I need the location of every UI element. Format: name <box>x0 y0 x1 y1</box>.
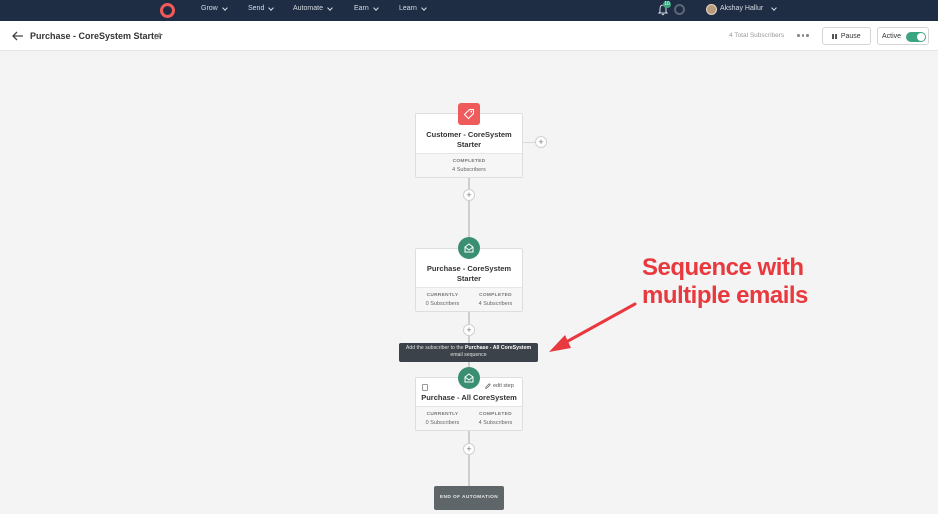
active-control: Active <box>877 27 929 45</box>
nav-learn[interactable]: Learn <box>399 4 427 12</box>
card-stats: CURRENTLY 0 Subscribers COMPLETED 4 Subs… <box>416 287 522 311</box>
document-icon <box>422 384 428 391</box>
card-title: Customer - CoreSystem Starter <box>426 130 512 149</box>
stat-label: CURRENTLY <box>426 412 459 417</box>
pencil-icon <box>485 383 491 389</box>
email-sequence-icon <box>458 367 480 389</box>
stat-currently: CURRENTLY 0 Subscribers <box>416 293 469 307</box>
stat-value: 0 Subscribers <box>425 420 460 426</box>
stat-completed: COMPLETED 4 Subscribers <box>469 293 522 307</box>
stat-value: 4 Subscribers <box>478 420 513 426</box>
tooltip-sequence-name: Purchase - All CoreSystem <box>465 345 532 351</box>
stat-completed: COMPLETED 4 Subscribers <box>469 412 522 426</box>
active-toggle[interactable] <box>906 32 926 42</box>
step-tooltip: Add the subscriber to the Purchase - All… <box>399 343 538 362</box>
active-label: Active <box>882 33 902 40</box>
nav-earn[interactable]: Earn <box>354 4 379 12</box>
annotation-line: multiple emails <box>642 282 808 309</box>
avatar[interactable] <box>706 4 717 15</box>
nav-automate[interactable]: Automate <box>293 4 333 12</box>
top-navigation: Grow Send Automate Earn Learn 10 Akshay … <box>0 0 938 21</box>
card-title: Purchase - CoreSystem Starter <box>426 264 512 283</box>
add-step-button[interactable]: + <box>463 443 475 455</box>
add-step-button[interactable]: + <box>463 324 475 336</box>
stat-label: COMPLETED <box>452 159 486 164</box>
annotation-arrow-icon <box>549 302 637 352</box>
chevron-down-icon <box>372 4 379 11</box>
toggle-knob <box>917 33 925 41</box>
annotation-line: Sequence with <box>642 254 804 281</box>
automation-header: Purchase - CoreSystem Starter 4 Total Su… <box>0 21 938 51</box>
back-arrow-icon[interactable] <box>12 31 24 41</box>
stat-label: COMPLETED <box>479 412 512 417</box>
stat-value: 4 Subscribers <box>478 301 513 307</box>
tooltip-text: email sequence <box>450 352 487 358</box>
pause-button[interactable]: Pause <box>822 27 871 45</box>
card-stats: CURRENTLY 0 Subscribers COMPLETED 4 Subs… <box>416 406 522 430</box>
card-stats: COMPLETED 4 Subscribers <box>416 153 522 177</box>
card-title: Purchase - All CoreSystem <box>421 393 517 402</box>
logo-icon[interactable] <box>160 3 175 18</box>
add-step-button[interactable]: + <box>463 189 475 201</box>
stat-value: 4 Subscribers <box>452 167 486 173</box>
status-ring-icon[interactable] <box>674 4 685 15</box>
nav-grow[interactable]: Grow <box>201 4 228 12</box>
tooltip-text: Add the subscriber to the <box>405 345 465 351</box>
nav-send[interactable]: Send <box>248 4 275 12</box>
user-menu[interactable]: Akshay Hallur <box>720 4 778 12</box>
stat-completed: COMPLETED 4 Subscribers <box>416 159 522 173</box>
chevron-down-icon <box>421 4 427 11</box>
connector-line <box>468 431 470 486</box>
total-subscribers: 4 Total Subscribers <box>729 32 785 39</box>
pencil-icon[interactable] <box>154 32 162 40</box>
pause-icon <box>832 33 837 39</box>
annotation-text: Sequence with multiple emails <box>642 254 808 310</box>
edit-step-button[interactable]: edit step <box>485 383 514 389</box>
tag-trigger-icon <box>458 103 480 125</box>
stat-label: COMPLETED <box>479 293 512 298</box>
stat-label: CURRENTLY <box>426 293 459 298</box>
chevron-down-icon <box>268 4 275 11</box>
page-title: Purchase - CoreSystem Starter <box>30 31 163 41</box>
more-options-icon[interactable] <box>797 34 809 37</box>
end-of-automation: END OF AUTOMATION <box>434 486 504 510</box>
add-branch-button[interactable]: + <box>535 136 547 148</box>
email-sequence-icon <box>458 237 480 259</box>
chevron-down-icon <box>221 4 228 11</box>
stat-currently: CURRENTLY 0 Subscribers <box>416 412 469 426</box>
chevron-down-icon <box>771 4 778 11</box>
stat-value: 0 Subscribers <box>425 301 460 307</box>
chevron-down-icon <box>327 4 333 11</box>
notification-badge: 10 <box>663 1 671 8</box>
